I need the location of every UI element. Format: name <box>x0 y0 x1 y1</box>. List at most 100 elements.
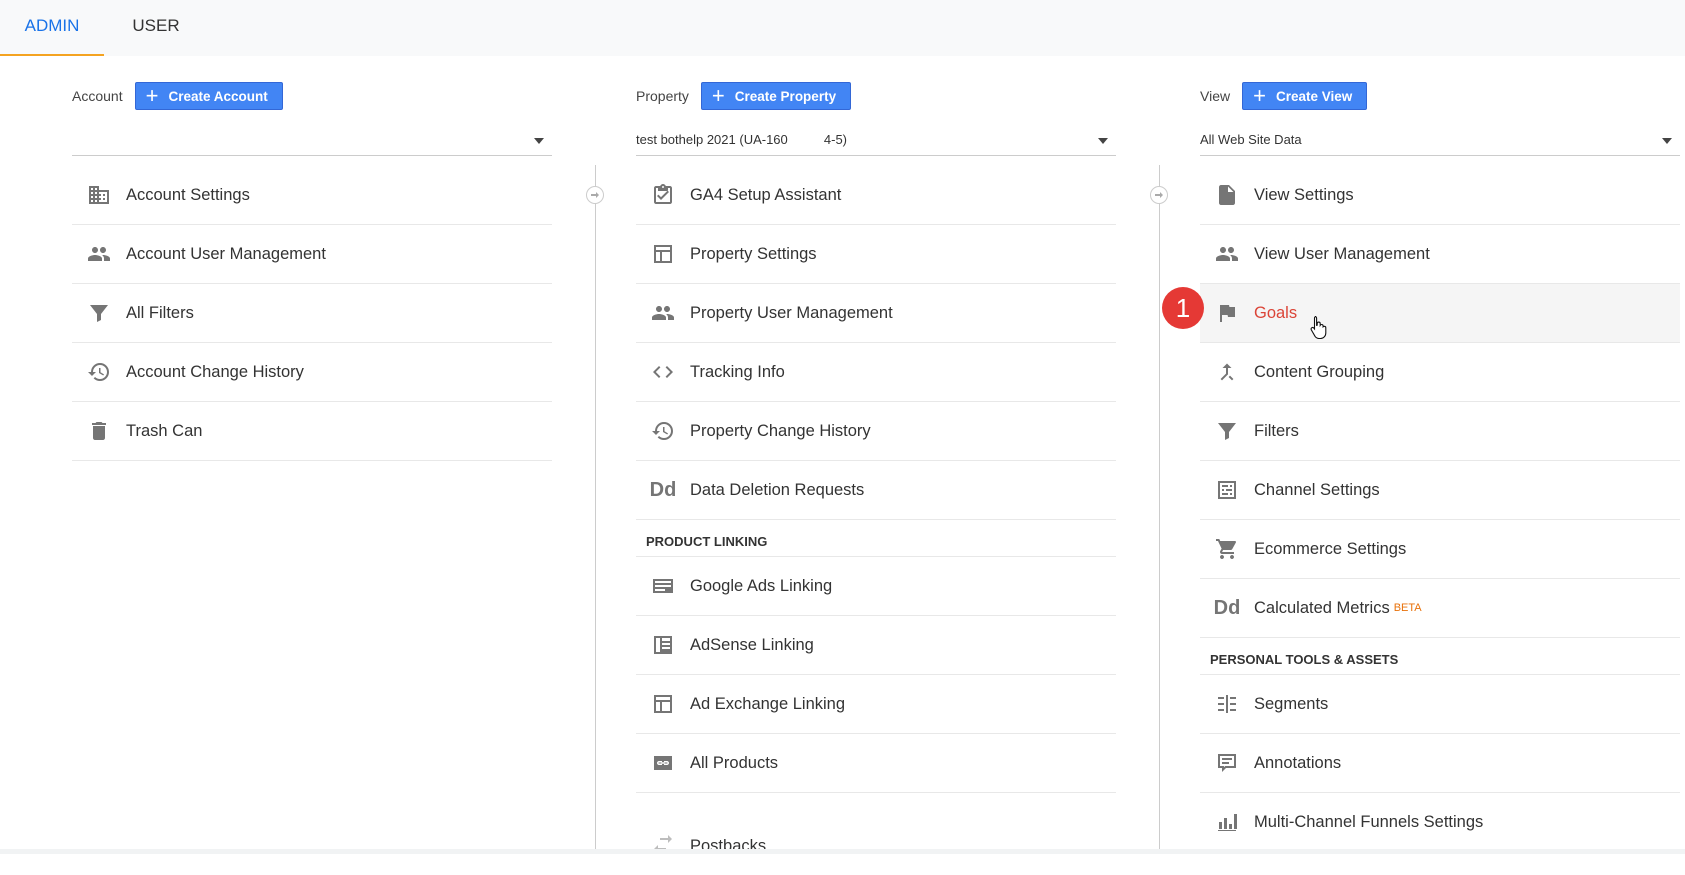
dropdown-caret-icon <box>1098 138 1108 144</box>
column-divider <box>1159 165 1160 850</box>
adsense-linking-item[interactable]: AdSense Linking <box>636 616 1116 675</box>
account-change-history-item[interactable]: Account Change History <box>72 343 552 402</box>
all-products-item[interactable]: All Products <box>636 734 1116 793</box>
all-filters-item[interactable]: All Filters <box>72 284 552 343</box>
view-header: View + Create View <box>1200 82 1368 110</box>
multi-channel-funnels-settings-label: Multi-Channel Funnels Settings <box>1254 812 1484 831</box>
link-icon <box>636 751 690 775</box>
tab-admin[interactable]: ADMIN <box>0 0 104 56</box>
tracking-info-label: Tracking Info <box>690 362 785 381</box>
all-filters-label: All Filters <box>126 303 194 322</box>
create-view-button[interactable]: + Create View <box>1242 82 1368 110</box>
property-label: Property <box>636 88 689 104</box>
goals-label: Goals <box>1254 303 1298 322</box>
plus-icon: + <box>145 83 159 108</box>
content-grouping-item[interactable]: Content Grouping <box>1200 343 1680 402</box>
create-account-button[interactable]: + Create Account <box>134 82 283 110</box>
layout-icon <box>636 242 690 266</box>
arrow-right-icon <box>586 186 604 204</box>
property-selected: test bothelp 2021 (UA-160 4-5) <box>636 132 848 147</box>
beta-badge: BETA <box>1393 602 1422 614</box>
people-icon <box>1200 242 1254 266</box>
view-user-management-label: View User Management <box>1254 244 1430 263</box>
view-user-management-item[interactable]: View User Management <box>1200 225 1680 284</box>
calculated-metrics-item[interactable]: Dd Calculated Metrics BETA <box>1200 579 1680 638</box>
ad-exchange-icon <box>636 692 690 716</box>
account-user-management-item[interactable]: Account User Management <box>72 225 552 284</box>
pointer-cursor-icon <box>1310 315 1328 344</box>
google-ads-icon <box>636 574 690 598</box>
channel-settings-label: Channel Settings <box>1254 480 1380 499</box>
tracking-info-item[interactable]: Tracking Info <box>636 343 1116 402</box>
ecommerce-settings-item[interactable]: Ecommerce Settings <box>1200 520 1680 579</box>
calculated-metrics-label: Calculated Metrics <box>1254 598 1390 617</box>
dd-icon: Dd <box>1213 596 1241 619</box>
annotations-item[interactable]: Annotations <box>1200 734 1680 793</box>
ad-exchange-linking-item[interactable]: Ad Exchange Linking <box>636 675 1116 734</box>
account-menu: Account Settings Account User Management… <box>72 166 552 461</box>
document-icon <box>1200 183 1254 207</box>
data-deletion-requests-item[interactable]: Dd Data Deletion Requests <box>636 461 1116 520</box>
ga4-setup-assistant-label: GA4 Setup Assistant <box>690 185 842 204</box>
google-ads-linking-item[interactable]: Google Ads Linking <box>636 557 1116 616</box>
top-tab-bar: ADMIN USER <box>0 0 1685 56</box>
ad-exchange-linking-label: Ad Exchange Linking <box>690 694 846 713</box>
column-divider <box>595 165 596 850</box>
account-selector[interactable] <box>72 126 552 156</box>
account-user-management-label: Account User Management <box>126 244 326 263</box>
ecommerce-settings-label: Ecommerce Settings <box>1254 539 1407 558</box>
filters-label: Filters <box>1254 421 1299 440</box>
content-grouping-label: Content Grouping <box>1254 362 1385 381</box>
create-property-button[interactable]: + Create Property <box>700 82 852 110</box>
view-settings-label: View Settings <box>1254 185 1354 204</box>
goals-item[interactable]: Goals <box>1200 284 1680 343</box>
dd-icon: Dd <box>649 478 677 501</box>
create-account-label: Create Account <box>168 88 268 104</box>
view-settings-item[interactable]: View Settings <box>1200 166 1680 225</box>
view-menu: View Settings View User Management Goals… <box>1200 166 1680 852</box>
personal-tools-heading: PERSONAL TOOLS & ASSETS <box>1200 638 1680 675</box>
property-user-management-label: Property User Management <box>690 303 893 322</box>
tab-user[interactable]: USER <box>104 0 208 56</box>
channel-settings-item[interactable]: Channel Settings <box>1200 461 1680 520</box>
adsense-icon <box>636 633 690 657</box>
account-settings-label: Account Settings <box>126 185 250 204</box>
flag-icon <box>1200 301 1254 325</box>
code-icon <box>636 360 690 384</box>
swap-arrows-icon <box>636 834 690 858</box>
property-change-history-label: Property Change History <box>690 421 871 440</box>
property-selector[interactable]: test bothelp 2021 (UA-160 4-5) <box>636 126 1116 156</box>
bar-chart-icon <box>1200 810 1254 834</box>
all-products-label: All Products <box>690 753 779 772</box>
property-change-history-item[interactable]: Property Change History <box>636 402 1116 461</box>
create-view-label: Create View <box>1275 88 1353 104</box>
arrow-right-icon <box>1150 186 1168 204</box>
merge-icon <box>1200 360 1254 384</box>
filters-item[interactable]: Filters <box>1200 402 1680 461</box>
cart-icon <box>1200 537 1254 561</box>
property-user-management-item[interactable]: Property User Management <box>636 284 1116 343</box>
account-settings-item[interactable]: Account Settings <box>72 166 552 225</box>
postbacks-item[interactable]: Postbacks <box>636 817 1116 875</box>
trash-can-item[interactable]: Trash Can <box>72 402 552 461</box>
trash-can-label: Trash Can <box>126 421 203 440</box>
segments-item[interactable]: Segments <box>1200 675 1680 734</box>
property-header: Property + Create Property <box>636 82 852 110</box>
account-label: Account <box>72 88 123 104</box>
property-menu: GA4 Setup Assistant Property Settings Pr… <box>636 166 1116 875</box>
product-linking-heading: PRODUCT LINKING <box>636 520 1116 557</box>
view-selector[interactable]: All Web Site Data <box>1200 126 1680 156</box>
channel-settings-icon <box>1200 478 1254 502</box>
ga4-setup-assistant-item[interactable]: GA4 Setup Assistant <box>636 166 1116 225</box>
building-icon <box>72 183 126 207</box>
view-selected: All Web Site Data <box>1200 132 1302 147</box>
filter-icon <box>1200 419 1254 443</box>
multi-channel-funnels-settings-item[interactable]: Multi-Channel Funnels Settings <box>1200 793 1680 852</box>
plus-icon: + <box>1253 83 1266 108</box>
step-badge: 1 <box>1162 287 1204 329</box>
comment-icon <box>1200 751 1254 775</box>
property-settings-label: Property Settings <box>690 244 817 263</box>
property-settings-item[interactable]: Property Settings <box>636 225 1116 284</box>
people-icon <box>636 301 690 325</box>
data-deletion-requests-label: Data Deletion Requests <box>690 480 865 499</box>
